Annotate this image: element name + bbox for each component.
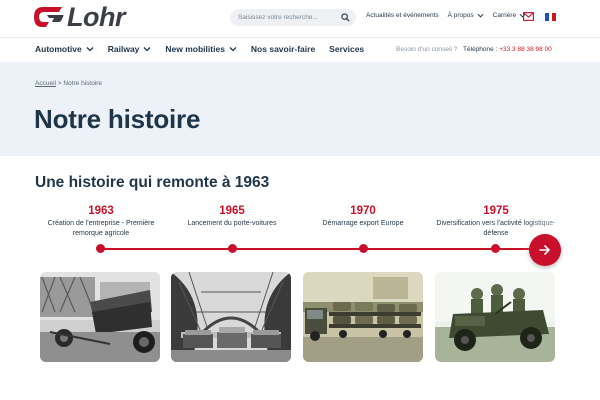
lohr-logo-mark-icon bbox=[34, 7, 64, 27]
farm-trailer-photo bbox=[40, 272, 160, 362]
contact-question: Besoin d'un conseil ? bbox=[396, 46, 458, 53]
header-divider bbox=[0, 37, 600, 38]
section-title: Une histoire qui remonte à 1963 bbox=[35, 174, 270, 191]
nav-item-label: New mobilities bbox=[165, 44, 225, 54]
breadcrumb-home-link[interactable]: Accueil bbox=[35, 80, 56, 87]
nav-item-automotive[interactable]: Automotive bbox=[35, 44, 94, 54]
breadcrumb-current: Notre histoire bbox=[63, 80, 103, 87]
timeline-year: 1970 bbox=[350, 205, 376, 217]
history-timeline: 1963 Création de l'entreprise - Première… bbox=[0, 200, 600, 270]
timeline-dot[interactable] bbox=[491, 244, 500, 253]
top-link-label: Actualités et événements bbox=[366, 12, 439, 19]
top-links: Actualités et événements À propos Carriè… bbox=[366, 12, 535, 19]
search-icon[interactable] bbox=[341, 13, 350, 22]
timeline-dot[interactable] bbox=[228, 244, 237, 253]
search-input[interactable] bbox=[238, 14, 338, 21]
timeline-item: 1965 Lancement du porte-voitures bbox=[167, 205, 297, 229]
chevron-down-icon bbox=[477, 13, 484, 18]
contact-tel-number[interactable]: +33 3 88 38 98 00 bbox=[499, 46, 552, 53]
timeline-next-button[interactable] bbox=[529, 234, 561, 266]
flag-fr-icon[interactable] bbox=[545, 13, 557, 21]
history-photo-1965 bbox=[171, 272, 291, 362]
nav-item-new-mobilities[interactable]: New mobilities bbox=[165, 44, 237, 54]
car-carrier-truck-photo bbox=[303, 272, 423, 362]
nav-item-label: Automotive bbox=[35, 44, 82, 54]
chevron-down-icon bbox=[143, 47, 151, 52]
timeline-label: Création de l'entreprise - Première remo… bbox=[47, 220, 155, 237]
timeline-year: 1965 bbox=[219, 205, 245, 217]
timeline-label: Démarrage export Europe bbox=[322, 220, 404, 227]
chevron-down-icon bbox=[229, 47, 237, 52]
mail-icon[interactable] bbox=[523, 12, 534, 21]
timeline-line bbox=[100, 248, 540, 250]
timeline-item: 1963 Création de l'entreprise - Première… bbox=[36, 205, 166, 239]
contact-tel-label: Téléphone : bbox=[463, 46, 498, 53]
search-box[interactable] bbox=[230, 9, 356, 26]
top-link-actualites[interactable]: Actualités et événements bbox=[366, 12, 439, 19]
timeline-dot[interactable] bbox=[359, 244, 368, 253]
top-link-label: À propos bbox=[447, 12, 474, 19]
nav-item-services[interactable]: Services bbox=[329, 44, 364, 54]
history-photo-1970 bbox=[303, 272, 423, 362]
breadcrumb-separator: > bbox=[57, 80, 62, 87]
top-link-label: Carrière bbox=[492, 12, 517, 19]
lohr-logo[interactable]: Lohr bbox=[33, 2, 126, 32]
contact-info: Besoin d'un conseil ? Téléphone : +33 3 … bbox=[396, 46, 552, 53]
top-link-a-propos[interactable]: À propos bbox=[448, 12, 484, 19]
breadcrumb: Accueil > Notre histoire bbox=[35, 80, 102, 87]
nav-item-savoir-faire[interactable]: Nos savoir-faire bbox=[251, 44, 315, 54]
nav-item-label: Nos savoir-faire bbox=[250, 44, 316, 54]
military-vehicle-photo bbox=[435, 272, 555, 362]
nav-item-label: Railway bbox=[107, 44, 140, 54]
arrow-right-icon bbox=[539, 245, 550, 255]
timeline-item: 1970 Démarrage export Europe bbox=[298, 205, 428, 229]
eiffel-tower-car-carriers-photo bbox=[171, 272, 291, 362]
timeline-year: 1963 bbox=[88, 205, 114, 217]
timeline-dot[interactable] bbox=[96, 244, 105, 253]
nav-item-railway[interactable]: Railway bbox=[108, 44, 152, 54]
brand-name: Lohr bbox=[67, 2, 126, 32]
history-photo-1975 bbox=[435, 272, 555, 362]
top-link-carriere[interactable]: Carrière bbox=[493, 12, 526, 19]
nav-item-label: Services bbox=[329, 44, 365, 54]
top-header: Lohr Actualités et événements À propos C… bbox=[0, 0, 600, 37]
page-title: Notre histoire bbox=[34, 104, 201, 134]
history-photo-1963 bbox=[40, 272, 160, 362]
main-nav: Automotive Railway New mobilities Nos sa… bbox=[35, 44, 378, 54]
timeline-label: Lancement du porte-voitures bbox=[187, 220, 277, 227]
chevron-down-icon bbox=[86, 47, 94, 52]
